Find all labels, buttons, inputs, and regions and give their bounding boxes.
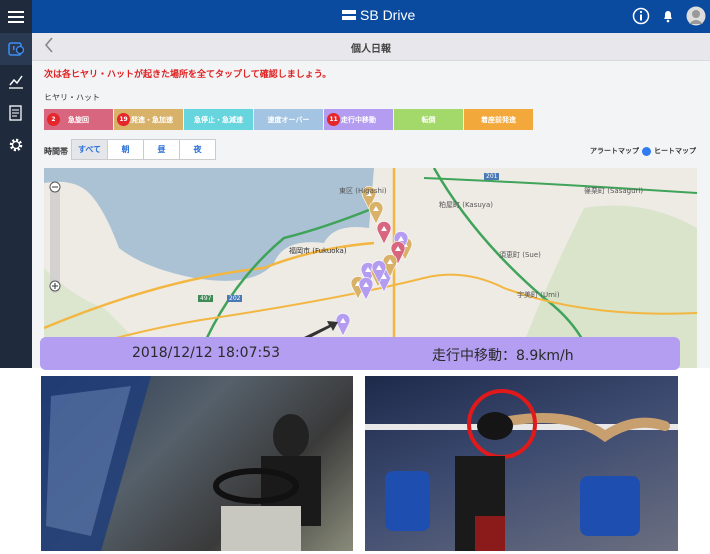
time-morning-button[interactable]: 朝 [107, 139, 144, 160]
map-mode-toggle[interactable]: アラートマップ ヒートマップ [590, 146, 696, 156]
time-of-day-label: 時間帯 [44, 147, 68, 156]
category-label: 着座前発進 [481, 115, 516, 124]
category-sharp-turn-button[interactable]: 2 急旋回 [44, 109, 113, 130]
driver-camera-image [41, 376, 353, 551]
menu-button[interactable] [0, 0, 32, 33]
bell-icon[interactable] [662, 9, 674, 23]
time-noon-button[interactable]: 昼 [143, 139, 180, 160]
cabin-camera-image [365, 376, 678, 551]
route-sign-497: 497 [198, 295, 214, 302]
category-start-before-seated-button[interactable]: 着座前発進 [464, 109, 533, 130]
sidebar [0, 0, 32, 368]
category-label: 走行中移動 [341, 115, 376, 124]
page-title: 個人日報 [351, 44, 391, 55]
heat-map-label: ヒートマップ [654, 147, 696, 155]
gear-icon [9, 138, 23, 152]
category-sudden-stop-button[interactable]: 急停止・急減速 [184, 109, 253, 130]
toggle-knob[interactable] [642, 146, 651, 156]
time-filter: すべて 朝 昼 夜 [71, 139, 216, 160]
top-bar: SB Drive [32, 0, 710, 33]
alert-pin[interactable] [335, 313, 351, 337]
route-sign-202: 202 [227, 295, 243, 302]
sidebar-item-settings[interactable] [0, 129, 32, 161]
category-filters: 2 急旋回 19 急発進・急加速 急停止・急減速 速度オーバー 11 走行中移動 転倒 着座前発進 [44, 109, 533, 130]
category-label: 急停止・急減速 [194, 115, 243, 124]
alert-pin[interactable] [368, 201, 384, 225]
map-label-kasuya: 粕屋町 (Kasuya) [439, 201, 493, 209]
count-badge: 11 [327, 113, 340, 126]
logo-mark-icon [342, 10, 356, 20]
category-sudden-start-button[interactable]: 19 急発進・急加速 [114, 109, 183, 130]
map-label-fukuoka: 福岡市 (Fukuoka) [289, 247, 347, 255]
category-speeding-button[interactable]: 速度オーバー [254, 109, 323, 130]
event-datetime: 2018/12/12 18:07:53 [132, 345, 281, 361]
map-label-higashi: 東区 (Higashi) [339, 187, 387, 195]
count-badge: 2 [47, 113, 60, 126]
event-info-bar: 2018/12/12 18:07:53 走行中移動：8.9km/h [40, 337, 680, 370]
alert-report-icon [8, 42, 24, 56]
page-header: 個人日報 [32, 33, 710, 61]
count-badge: 19 [117, 113, 130, 126]
avatar-icon[interactable] [686, 6, 706, 26]
document-icon [9, 105, 22, 121]
category-fall-button[interactable]: 転倒 [394, 109, 463, 130]
time-all-button[interactable]: すべて [71, 139, 108, 160]
map-label-sasaguri: 篠栗町 (Sasaguri) [584, 187, 644, 195]
event-description: 走行中移動：8.9km/h [432, 348, 574, 364]
sidebar-item-alerts[interactable] [0, 33, 32, 65]
category-moving-while-driving-button[interactable]: 11 走行中移動 [324, 109, 393, 130]
category-label: 転倒 [421, 115, 436, 124]
alert-map-label: アラートマップ [590, 147, 639, 155]
hamburger-icon [8, 10, 24, 23]
route-sign-201: 201 [484, 173, 500, 180]
map-label-sue: 須恵町 (Sue) [499, 251, 541, 259]
hiyari-hatto-label: ヒヤリ・ハット [44, 93, 100, 102]
time-night-button[interactable]: 夜 [179, 139, 216, 160]
sidebar-item-charts[interactable] [0, 65, 32, 97]
logo: SB Drive [342, 7, 415, 23]
app: SB Drive 個人日報 次は各ヒヤリ・ハットが起きた場所を全てタップして確認… [0, 0, 710, 370]
sidebar-item-reports[interactable] [0, 97, 32, 129]
logo-text: SB Drive [360, 7, 416, 23]
info-icon[interactable] [632, 7, 650, 25]
chart-icon [9, 75, 23, 89]
alert-pin[interactable] [358, 277, 374, 301]
map-label-umi: 宇美町 (Umi) [517, 291, 560, 299]
alert-pin[interactable] [376, 221, 392, 245]
category-label: 急発進・急加速 [124, 115, 173, 124]
category-label: 急旋回 [68, 115, 89, 124]
category-label: 速度オーバー [267, 115, 310, 124]
instruction-text: 次は各ヒヤリ・ハットが起きた場所を全てタップして確認しましょう。 [44, 70, 332, 80]
